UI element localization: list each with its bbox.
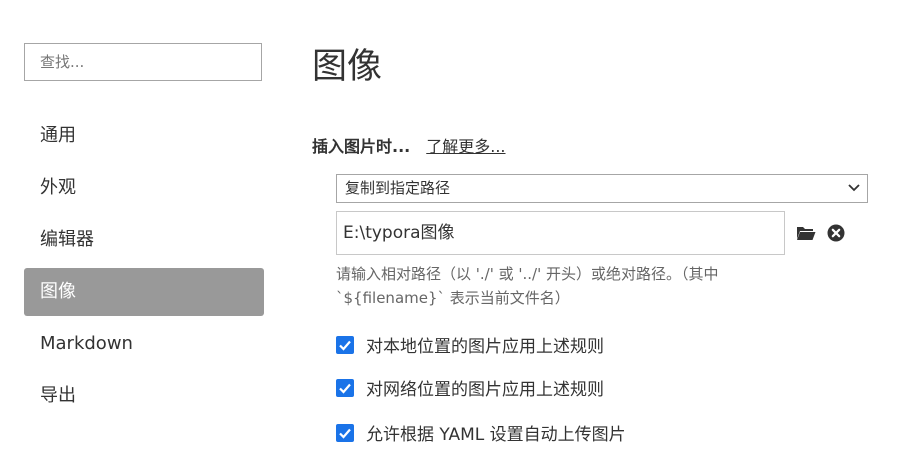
check-icon: [339, 428, 351, 439]
yaml-auto-upload-label: 允许根据 YAML 设置自动上传图片: [366, 425, 626, 445]
sidebar-item-image[interactable]: 图像: [24, 268, 264, 316]
sidebar-item-editor[interactable]: 编辑器: [24, 216, 264, 264]
apply-local-images-label: 对本地位置的图片应用上述规则: [366, 337, 604, 357]
sidebar-item-export[interactable]: 导出: [24, 372, 264, 420]
chevron-down-icon: [848, 184, 860, 192]
path-hint-text: 请输入相对路径（以 './' 或 '../' 开头）或绝对路径。（其中 `${f…: [336, 262, 816, 310]
sidebar-item-markdown[interactable]: Markdown: [24, 320, 264, 368]
insert-image-section-header: 插入图片时... 了解更多...: [312, 133, 506, 157]
apply-local-images-option[interactable]: 对本地位置的图片应用上述规则: [336, 332, 604, 357]
image-path-input[interactable]: E:\typora图像: [336, 211, 785, 255]
check-icon: [339, 340, 351, 351]
close-icon[interactable]: [827, 224, 845, 242]
sidebar-item-general[interactable]: 通用: [24, 112, 264, 160]
path-hint-line-1: 请输入相对路径（以 './' 或 '../' 开头）或绝对路径。（其中: [336, 265, 719, 283]
insert-action-select[interactable]: 复制到指定路径: [336, 174, 868, 203]
insert-action-select-value: 复制到指定路径: [345, 179, 451, 197]
apply-network-images-checkbox[interactable]: [336, 378, 354, 397]
page-title: 图像: [312, 47, 383, 87]
apply-network-images-option[interactable]: 对网络位置的图片应用上述规则: [336, 375, 604, 400]
insert-image-label: 插入图片时...: [312, 137, 411, 156]
image-path-value: E:\typora图像: [343, 223, 455, 243]
folder-icon[interactable]: [796, 225, 816, 241]
path-hint-line-2: `${filename}` 表示当前文件名）: [336, 289, 570, 307]
sidebar-item-appearance[interactable]: 外观: [24, 164, 264, 212]
learn-more-link[interactable]: 了解更多...: [426, 133, 505, 157]
yaml-auto-upload-option[interactable]: 允许根据 YAML 设置自动上传图片: [336, 420, 626, 445]
apply-network-images-label: 对网络位置的图片应用上述规则: [366, 380, 604, 400]
apply-local-images-checkbox[interactable]: [336, 335, 354, 354]
sidebar-nav: 通用 外观 编辑器 图像 Markdown 导出: [24, 112, 264, 424]
check-icon: [339, 383, 351, 394]
search-input[interactable]: [24, 43, 262, 81]
yaml-auto-upload-checkbox[interactable]: [336, 423, 354, 442]
